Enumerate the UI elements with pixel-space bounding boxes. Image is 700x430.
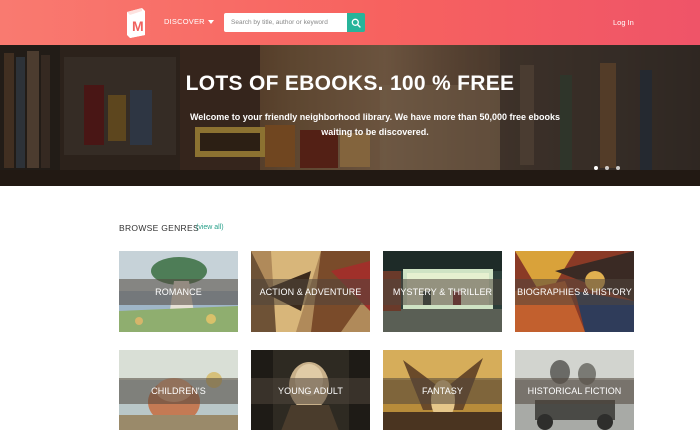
genre-band: CHILDREN'S [119,378,238,404]
carousel-dot[interactable] [594,166,598,170]
genre-band: HISTORICAL FICTION [515,378,634,404]
genre-label: FANTASY [421,386,464,396]
hero-banner: LOTS OF EBOOKS. 100 % FREE Welcome to yo… [0,45,700,186]
discover-menu[interactable]: DISCOVER [164,17,214,26]
browse-genres-heading: BROWSE GENRES [119,223,199,233]
genre-tile-biographies-history[interactable]: BIOGRAPHIES & HISTORY [515,251,634,332]
genre-tile-romance[interactable]: ROMANCE [119,251,238,332]
genre-label: HISTORICAL FICTION [527,386,622,396]
top-navbar: M DISCOVER Log In [0,0,700,45]
manybooks-logo-icon[interactable]: M [124,7,148,38]
genre-tile-childrens[interactable]: CHILDREN'S [119,350,238,430]
genre-tile-historical-fiction[interactable]: HISTORICAL FICTION [515,350,634,430]
svg-text:M: M [132,18,144,34]
search-button[interactable] [347,13,365,32]
view-all-link[interactable]: (view all) [196,224,224,231]
genre-band: YOUNG ADULT [251,378,370,404]
caret-down-icon [207,19,214,24]
login-link[interactable]: Log In [613,18,634,27]
genre-band: FANTASY [383,378,502,404]
search-input[interactable] [224,13,347,32]
genre-label: MYSTERY & THRILLER [392,287,493,297]
genre-band: ACTION & ADVENTURE [251,279,370,305]
search-icon [351,18,361,28]
genre-tile-young-adult[interactable]: YOUNG ADULT [251,350,370,430]
genre-label: BIOGRAPHIES & HISTORY [517,287,632,297]
genre-label: ROMANCE [155,287,202,297]
hero-subtitle: Welcome to your friendly neighborhood li… [189,112,561,137]
genre-label: CHILDREN'S [151,386,206,396]
genre-label: YOUNG ADULT [278,386,343,396]
genre-tile-mystery-thriller[interactable]: MYSTERY & THRILLER [383,251,502,332]
search-bar [224,13,365,32]
carousel-dots [594,166,620,170]
genre-tile-fantasy[interactable]: FANTASY [383,350,502,430]
genre-band: MYSTERY & THRILLER [383,279,502,305]
genre-label: ACTION & ADVENTURE [259,287,362,297]
discover-label: DISCOVER [164,17,205,26]
genre-band: ROMANCE [119,279,238,305]
hero-title: LOTS OF EBOOKS. 100 % FREE [185,72,515,95]
carousel-dot[interactable] [605,166,609,170]
genre-band: BIOGRAPHIES & HISTORY [515,279,634,305]
carousel-dot[interactable] [616,166,620,170]
genre-tile-action-adventure[interactable]: ACTION & ADVENTURE [251,251,370,332]
